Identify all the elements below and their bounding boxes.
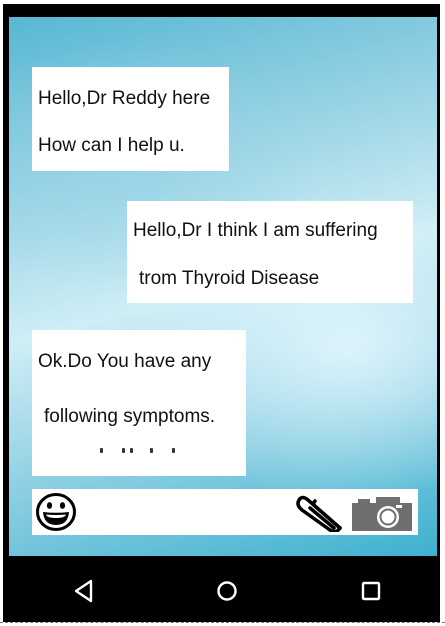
cut-off-text-fragment xyxy=(100,448,180,456)
smiley-face-icon[interactable] xyxy=(35,492,77,532)
chat-screen: Hello,Dr Reddy here How can I help u. He… xyxy=(9,17,437,556)
message-line: How can I help u. xyxy=(38,135,185,156)
message-bubble-patient: Hello,Dr I think I am suffering trom Thy… xyxy=(127,201,413,303)
message-bubble-doctor: Hello,Dr Reddy here How can I help u. xyxy=(32,67,229,171)
navigation-bar xyxy=(3,559,440,622)
message-line: following symptoms. xyxy=(44,406,216,427)
dashed-border xyxy=(0,622,445,623)
back-triangle-icon[interactable] xyxy=(70,577,98,605)
home-circle-icon[interactable] xyxy=(213,577,241,605)
recent-apps-square-icon[interactable] xyxy=(357,577,385,605)
message-line: trom Thyroid Disease xyxy=(139,268,320,289)
message-line: Hello,Dr I think I am suffering xyxy=(133,220,378,241)
message-line: Hello,Dr Reddy here xyxy=(38,88,211,109)
message-input-bar[interactable] xyxy=(32,489,418,535)
camera-icon[interactable] xyxy=(352,497,412,531)
message-line: Ok.Do You have any xyxy=(38,351,212,372)
message-bubble-doctor: Ok.Do You have any following symptoms. xyxy=(32,330,246,476)
paperclip-icon[interactable] xyxy=(296,492,350,532)
